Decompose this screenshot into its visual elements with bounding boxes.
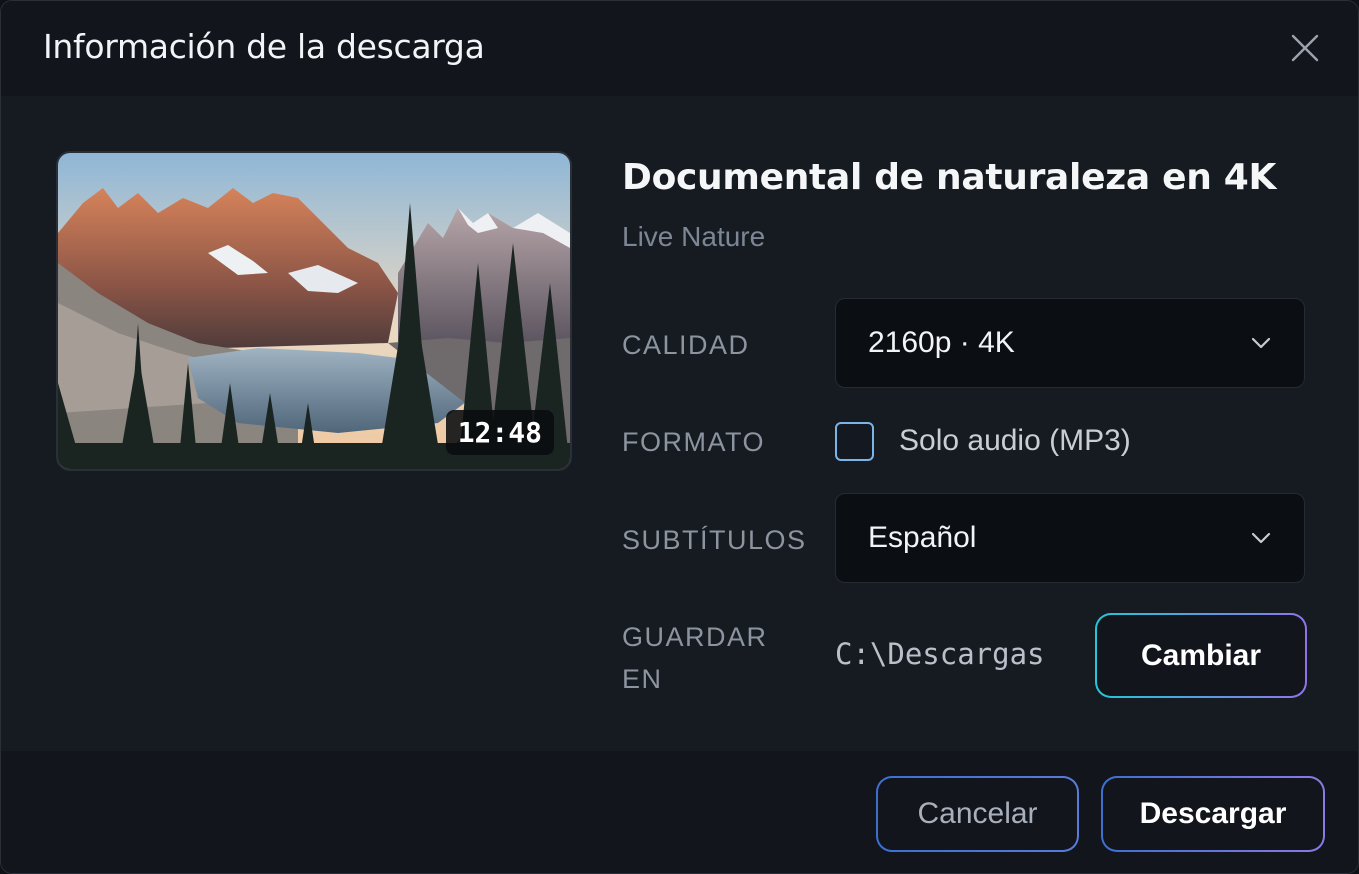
close-button[interactable] — [1288, 31, 1322, 65]
close-icon — [1291, 34, 1319, 62]
video-title: Documental de naturaleza en 4K — [622, 157, 1277, 198]
download-info-dialog: Información de la descarga 12:48 Documen… — [0, 0, 1359, 874]
subtitles-select[interactable]: Español — [835, 493, 1305, 583]
audio-only-label[interactable]: Solo audio (MP3) — [899, 424, 1131, 458]
change-folder-label: Cambiar — [1097, 615, 1305, 696]
dialog-title: Información de la descarga — [43, 27, 485, 66]
save-path: C:\Descargas — [835, 637, 1045, 671]
quality-label: CALIDAD — [622, 330, 750, 360]
subtitles-value: Español — [868, 521, 977, 554]
duration-badge: 12:48 — [445, 410, 554, 455]
format-label: FORMATO — [622, 427, 765, 457]
change-folder-button[interactable]: Cambiar — [1095, 613, 1307, 698]
save-label-line1: GUARDAR — [622, 622, 768, 652]
chevron-down-icon — [1251, 532, 1271, 544]
save-location-label: GUARDAR EN — [622, 616, 768, 700]
channel-name: Live Nature — [622, 221, 766, 252]
quality-select[interactable]: 2160p · 4K — [835, 298, 1305, 388]
cancel-label: Cancelar — [878, 778, 1077, 850]
download-label: Descargar — [1103, 778, 1323, 850]
video-thumbnail: 12:48 — [56, 151, 572, 471]
cancel-button[interactable]: Cancelar — [876, 776, 1079, 852]
subtitles-label: SUBTÍTULOS — [622, 525, 807, 555]
dialog-header: Información de la descarga — [1, 1, 1358, 96]
audio-only-checkbox[interactable] — [835, 422, 874, 461]
quality-value: 2160p · 4K — [868, 326, 1015, 359]
download-button[interactable]: Descargar — [1101, 776, 1325, 852]
save-label-line2: EN — [622, 664, 663, 694]
chevron-down-icon — [1251, 337, 1271, 349]
